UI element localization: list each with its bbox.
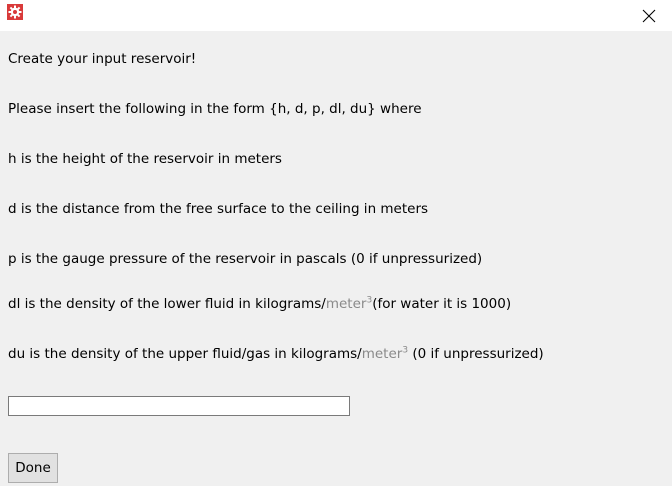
- dialog-window: Create your input reservoir! Please inse…: [0, 0, 672, 486]
- param-d-description: d is the distance from the free surface …: [8, 201, 429, 217]
- param-p-description: p is the gauge pressure of the reservoir…: [8, 251, 483, 267]
- param-du-note: (0 if unpressurized): [408, 346, 544, 362]
- reservoir-input[interactable]: [8, 396, 350, 416]
- title-bar[interactable]: [0, 0, 672, 31]
- done-button[interactable]: Done: [8, 453, 58, 483]
- param-du-text: du is the density of the upper fluid/gas…: [8, 346, 362, 362]
- param-dl-text: dl is the density of the lower fluid in …: [8, 296, 326, 312]
- param-h-description: h is the height of the reservoir in mete…: [8, 151, 282, 167]
- dialog-content: Create your input reservoir! Please inse…: [0, 31, 672, 486]
- close-icon: [642, 9, 656, 22]
- param-du-description: du is the density of the upper fluid/gas…: [8, 345, 544, 363]
- param-dl-unit: meter: [325, 296, 367, 312]
- gear-icon: [7, 4, 23, 20]
- param-dl-note: (for water it is 1000): [372, 296, 512, 312]
- intro-heading: Create your input reservoir!: [8, 51, 197, 67]
- param-du-unit: meter: [361, 346, 403, 362]
- close-button[interactable]: [626, 0, 672, 31]
- instruction-text: Please insert the following in the form …: [8, 101, 422, 117]
- param-dl-description: dl is the density of the lower fluid in …: [8, 295, 511, 313]
